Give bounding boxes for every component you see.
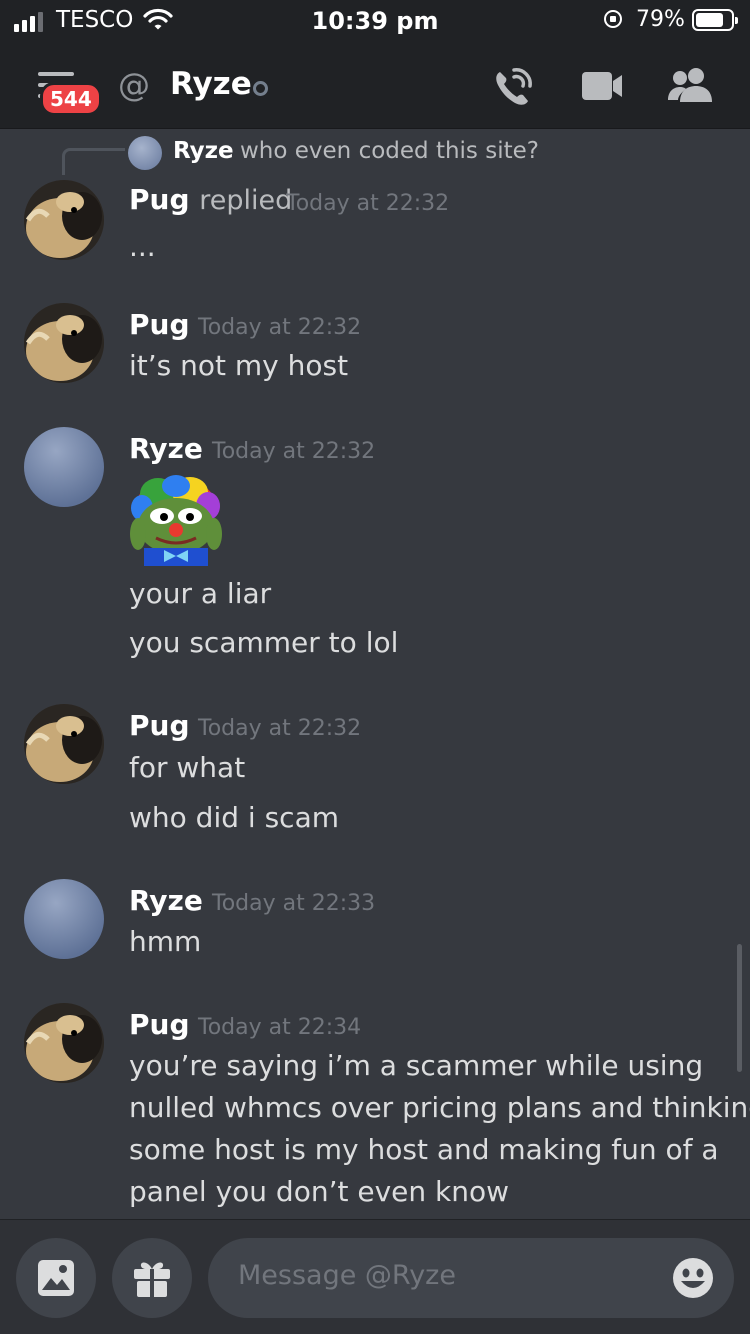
clown-pepe-emote[interactable] bbox=[128, 474, 224, 566]
emoji-icon[interactable] bbox=[672, 1257, 714, 1299]
reply-connector bbox=[62, 148, 125, 175]
message-text: ... bbox=[129, 230, 156, 263]
gift-button[interactable] bbox=[112, 1238, 192, 1318]
reply-avatar[interactable] bbox=[128, 136, 162, 170]
message-text: for what bbox=[129, 751, 246, 784]
message-author[interactable]: Pug bbox=[129, 308, 190, 341]
message-input-placeholder: Message @Ryze bbox=[238, 1260, 456, 1291]
message-text: who did i scam bbox=[129, 801, 339, 834]
reply-preview-text[interactable]: who even coded this site? bbox=[240, 138, 539, 164]
message-timestamp: Today at 22:34 bbox=[198, 1015, 362, 1040]
message-list[interactable]: Ryze who even coded this site? Pug repli… bbox=[0, 0, 750, 1219]
image-icon bbox=[38, 1260, 74, 1296]
avatar[interactable] bbox=[24, 427, 104, 507]
avatar[interactable] bbox=[24, 303, 104, 383]
message-author[interactable]: Pug bbox=[129, 709, 190, 742]
message-text: you scammer to lol bbox=[129, 626, 399, 659]
message-timestamp: Today at 22:32 bbox=[198, 716, 362, 741]
avatar[interactable] bbox=[24, 879, 104, 959]
message-text: your a liar bbox=[129, 577, 272, 610]
avatar[interactable] bbox=[24, 704, 104, 784]
message-timestamp: Today at 22:32 bbox=[212, 439, 376, 464]
gift-icon bbox=[134, 1262, 170, 1297]
message-text: hmm bbox=[129, 925, 202, 958]
message-author[interactable]: Ryze bbox=[129, 884, 203, 917]
reply-author[interactable]: Ryze bbox=[173, 138, 234, 164]
avatar[interactable] bbox=[24, 180, 104, 260]
message-text: nulled whmcs over pricing plans and thin… bbox=[129, 1091, 750, 1124]
message-text: you’re saying i’m a scammer while using bbox=[129, 1049, 704, 1082]
scrollbar[interactable] bbox=[737, 944, 742, 1072]
avatar[interactable] bbox=[24, 1003, 104, 1083]
message-text: some host is my host and making fun of a bbox=[129, 1133, 719, 1166]
message-text: panel you don’t even know bbox=[129, 1175, 510, 1208]
message-timestamp: Today at 22:32 bbox=[286, 191, 450, 216]
message-author[interactable]: Pug replied bbox=[129, 183, 292, 216]
attach-image-button[interactable] bbox=[16, 1238, 96, 1318]
message-timestamp: Today at 22:33 bbox=[212, 891, 376, 916]
message-author[interactable]: Ryze bbox=[129, 432, 203, 465]
message-input[interactable]: Message @Ryze bbox=[208, 1238, 734, 1318]
message-author[interactable]: Pug bbox=[129, 1008, 190, 1041]
composer-bar: Message @Ryze bbox=[0, 1219, 750, 1334]
message-timestamp: Today at 22:32 bbox=[198, 315, 362, 340]
message-text: it’s not my host bbox=[129, 349, 349, 382]
